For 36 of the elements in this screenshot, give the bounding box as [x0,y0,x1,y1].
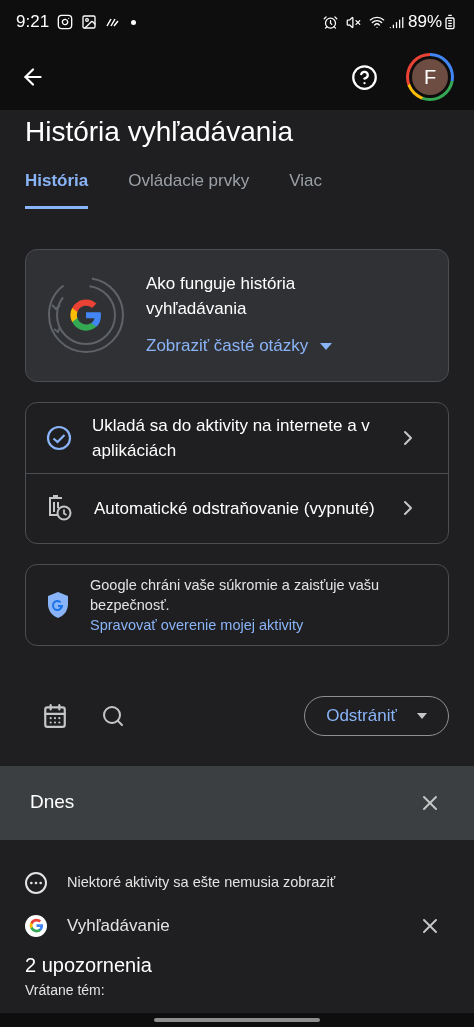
check-circle-icon [46,424,72,451]
settings-row[interactable]: Automatické odstraňovanie (vypnuté) [26,472,448,543]
dropdown-caret-icon [416,712,427,719]
google-icon [28,918,44,933]
tab[interactable]: Viac [289,168,322,209]
alerts-subheading: Vrátane tém: [25,980,106,999]
page-title: História vyhľadávania [25,115,295,149]
signal-icon [388,14,404,30]
verify-activity-link[interactable]: Spravovať overenie mojej aktivity [90,614,432,635]
settings-row[interactable]: Ukladá sa do aktivity na internete a v aplikáciách [26,402,448,473]
info-title: Ako funguje história vyhľadávania [146,273,297,321]
faq-link[interactable]: Zobraziť časté otázky [146,333,333,359]
history-logo-icon [46,275,126,355]
activity-label: Vyhľadávanie [67,914,171,937]
notice-text: Niektoré aktivity sa ešte nemusia zobraziť [67,872,336,892]
instagram-icon [57,14,74,30]
mute-icon [345,14,361,30]
search-button[interactable] [101,703,125,728]
dropdown-caret-icon [320,342,333,350]
gallery-icon [81,14,98,30]
tab[interactable]: Ovládacie prvky [128,168,250,209]
privacy-text: Google chráni vaše súkromie a zaisťuje vašu bezpečnosť. [90,575,381,615]
day-header: Dnes [30,790,76,815]
shield-icon [46,590,70,619]
calendar-button[interactable] [42,702,68,729]
battery-icon [442,14,458,30]
avatar[interactable]: F [406,53,454,101]
wifi-icon [368,14,385,30]
status-time: 9:21 [16,11,50,34]
tab[interactable]: História [25,168,89,209]
notification-icon [105,16,120,28]
battery-percent: 89% [407,11,442,34]
help-button[interactable] [351,63,378,91]
alerts-heading: 2 upozornenia [25,952,153,978]
trash-clock-icon [46,494,74,522]
alarm-icon [322,14,338,30]
